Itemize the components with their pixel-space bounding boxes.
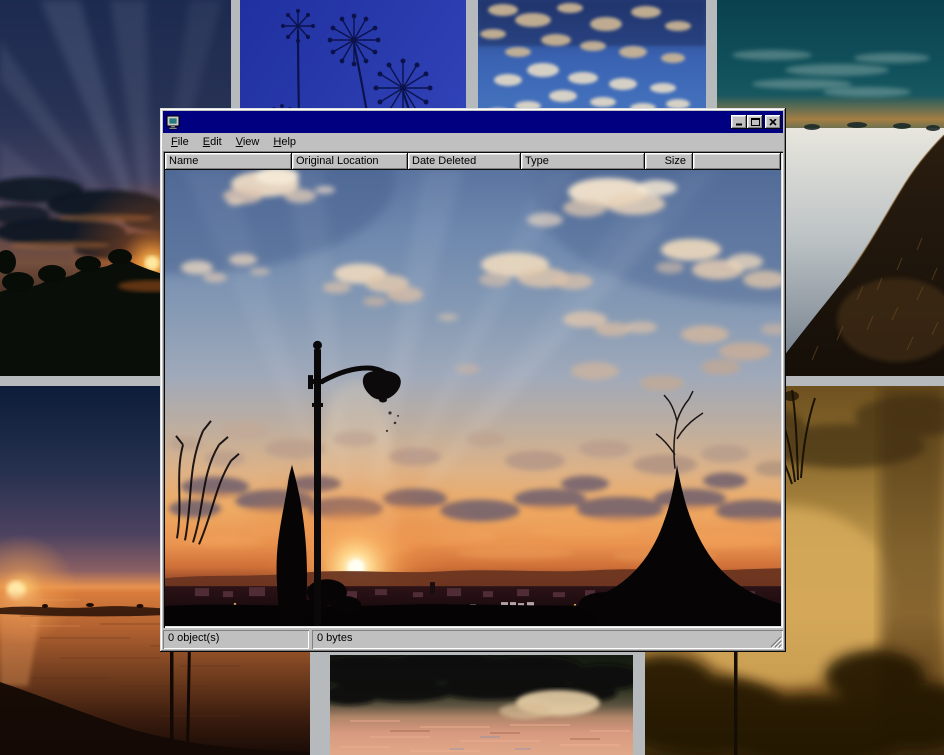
menu-help[interactable]: Help xyxy=(266,135,303,150)
column-header-original-location[interactable]: Original Location xyxy=(292,153,408,170)
desktop: File Edit View Help Name Original Locati… xyxy=(0,0,944,755)
menu-edit[interactable]: Edit xyxy=(196,135,229,150)
status-bytes: 0 bytes xyxy=(312,630,783,649)
menu-file[interactable]: File xyxy=(164,135,196,150)
column-header-row: Name Original Location Date Deleted Type… xyxy=(165,153,781,170)
resize-grip-icon[interactable] xyxy=(769,635,782,648)
menu-bar: File Edit View Help xyxy=(163,133,783,151)
close-button[interactable] xyxy=(765,115,781,129)
menu-view[interactable]: View xyxy=(229,135,267,150)
computer-icon[interactable] xyxy=(165,114,181,130)
column-header-type[interactable]: Type xyxy=(521,153,645,170)
wallpaper-tile-water-reflection xyxy=(330,655,633,755)
column-header-date-deleted[interactable]: Date Deleted xyxy=(408,153,521,170)
status-bar: 0 object(s) 0 bytes xyxy=(163,630,783,649)
maximize-button[interactable] xyxy=(747,115,763,129)
recycle-bin-window: File Edit View Help Name Original Locati… xyxy=(160,108,786,652)
column-header-name[interactable]: Name xyxy=(165,153,292,170)
list-view: Name Original Location Date Deleted Type… xyxy=(163,151,783,628)
status-objects: 0 object(s) xyxy=(163,630,309,649)
maximize-icon xyxy=(751,118,760,126)
close-icon xyxy=(769,119,777,126)
title-bar[interactable] xyxy=(163,111,783,133)
list-background-sunset-photo[interactable] xyxy=(165,170,781,626)
minimize-button[interactable] xyxy=(731,115,747,129)
column-header-blank xyxy=(693,153,781,170)
column-header-size[interactable]: Size xyxy=(645,153,693,170)
minimize-icon xyxy=(735,118,744,126)
